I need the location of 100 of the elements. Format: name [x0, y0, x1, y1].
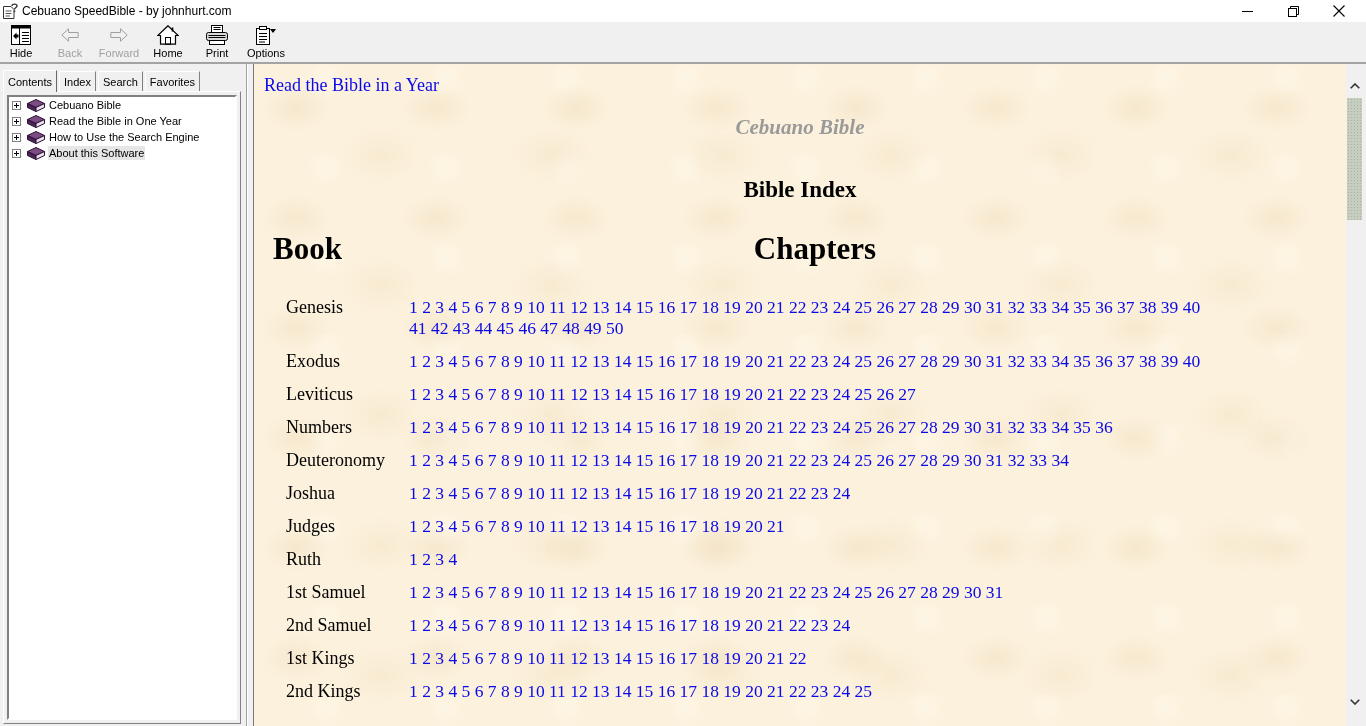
chapter-link[interactable]: 2 [422, 681, 431, 701]
chapter-link[interactable]: 10 [527, 450, 545, 470]
chapter-link[interactable]: 21 [767, 648, 785, 668]
chapter-link[interactable]: 16 [657, 297, 676, 317]
chapter-link[interactable]: 11 [549, 351, 566, 371]
chapter-link[interactable]: 7 [487, 297, 497, 317]
chapter-link[interactable]: 25 [854, 582, 873, 602]
chapter-link[interactable]: 13 [592, 483, 610, 503]
chapter-link[interactable]: 15 [635, 351, 654, 371]
chapter-link[interactable]: 19 [723, 483, 741, 503]
chapter-link[interactable]: 22 [789, 450, 807, 470]
chapter-link[interactable]: 25 [854, 681, 873, 701]
chapter-link[interactable]: 11 [549, 516, 566, 536]
chapter-link[interactable]: 13 [592, 582, 610, 602]
chapter-link[interactable]: 7 [487, 648, 497, 668]
chapter-link[interactable]: 10 [527, 483, 545, 503]
chapter-link[interactable]: 14 [614, 615, 632, 635]
chapter-link[interactable]: 4 [448, 450, 458, 470]
chapter-link[interactable]: 5 [461, 297, 471, 317]
scrollbar-thumb[interactable] [1347, 98, 1362, 220]
chapter-link[interactable]: 40 [1182, 297, 1201, 317]
chapter-link[interactable]: 8 [500, 450, 510, 470]
chapter-link[interactable]: 26 [876, 351, 894, 371]
chapter-link[interactable]: 29 [942, 297, 960, 317]
chapter-link[interactable]: 12 [570, 483, 588, 503]
chapter-link[interactable]: 16 [657, 450, 676, 470]
chapter-link[interactable]: 21 [767, 297, 785, 317]
chapter-link[interactable]: 47 [540, 318, 558, 338]
chapter-link[interactable]: 1 [409, 582, 418, 602]
chapter-link[interactable]: 5 [461, 615, 471, 635]
chapter-link[interactable]: 24 [832, 681, 851, 701]
chapter-link[interactable]: 10 [527, 681, 545, 701]
chapter-link[interactable]: 15 [635, 648, 654, 668]
chapter-link[interactable]: 2 [422, 516, 431, 536]
chapter-link[interactable]: 10 [527, 582, 545, 602]
chapter-link[interactable]: 11 [549, 582, 566, 602]
chapter-link[interactable]: 14 [614, 681, 632, 701]
chapter-link[interactable]: 23 [810, 351, 829, 371]
chapter-link[interactable]: 20 [745, 615, 763, 635]
toolbar-button[interactable]: Print [196, 22, 238, 60]
chapter-link[interactable]: 22 [789, 582, 807, 602]
chapter-link[interactable]: 18 [701, 582, 719, 602]
chapter-link[interactable]: 34 [1051, 351, 1069, 371]
chapter-link[interactable]: 19 [723, 648, 741, 668]
chapter-link[interactable]: 7 [487, 681, 497, 701]
chapter-link[interactable]: 28 [920, 450, 938, 470]
chapter-link[interactable]: 16 [657, 648, 676, 668]
chapter-link[interactable]: 1 [409, 516, 418, 536]
chapter-link[interactable]: 15 [635, 483, 654, 503]
tab[interactable]: Search [97, 71, 143, 91]
chapter-link[interactable]: 6 [474, 681, 484, 701]
chapter-link[interactable]: 11 [549, 483, 566, 503]
chapter-link[interactable]: 6 [474, 615, 484, 635]
chapter-link[interactable]: 16 [657, 582, 676, 602]
chapter-link[interactable]: 22 [789, 681, 807, 701]
chapter-link[interactable]: 24 [832, 297, 851, 317]
chapter-link[interactable]: 36 [1095, 297, 1113, 317]
chapter-link[interactable]: 38 [1139, 351, 1157, 371]
chapter-link[interactable]: 18 [701, 681, 719, 701]
chapter-link[interactable]: 7 [487, 483, 497, 503]
chapter-link[interactable]: 9 [514, 297, 523, 317]
chapter-link[interactable]: 9 [514, 615, 523, 635]
chapter-link[interactable]: 8 [500, 351, 510, 371]
chapter-link[interactable]: 33 [1029, 351, 1048, 371]
chapter-link[interactable]: 31 [985, 450, 1004, 470]
chapter-link[interactable]: 10 [527, 516, 545, 536]
chapter-link[interactable]: 13 [592, 297, 610, 317]
chapter-link[interactable]: 22 [789, 483, 807, 503]
chapter-link[interactable]: 2 [422, 384, 431, 404]
chapter-link[interactable]: 28 [920, 297, 938, 317]
tab[interactable]: Favorites [144, 71, 201, 91]
chapter-link[interactable]: 12 [570, 297, 588, 317]
plus-box-icon[interactable] [12, 116, 21, 126]
chapter-link[interactable]: 3 [435, 648, 444, 668]
chapter-link[interactable]: 17 [679, 450, 698, 470]
chapter-link[interactable]: 4 [448, 297, 458, 317]
chapter-link[interactable]: 17 [679, 483, 698, 503]
chapter-link[interactable]: 3 [435, 384, 444, 404]
chapter-link[interactable]: 29 [942, 417, 960, 437]
chapter-link[interactable]: 2 [422, 483, 431, 503]
plus-box-icon[interactable] [12, 148, 21, 158]
chapter-link[interactable]: 19 [723, 582, 741, 602]
chapter-link[interactable]: 28 [920, 417, 938, 437]
chapter-link[interactable]: 13 [592, 450, 610, 470]
chapter-link[interactable]: 9 [514, 582, 523, 602]
chapter-link[interactable]: 17 [679, 417, 698, 437]
chapter-link[interactable]: 8 [500, 615, 510, 635]
chapter-link[interactable]: 23 [810, 297, 829, 317]
chapter-link[interactable]: 20 [745, 516, 763, 536]
chapter-link[interactable]: 11 [549, 615, 566, 635]
chapter-link[interactable]: 20 [745, 483, 763, 503]
chapter-link[interactable]: 21 [767, 582, 785, 602]
chapter-link[interactable]: 1 [409, 351, 418, 371]
chapter-link[interactable]: 23 [810, 615, 829, 635]
chapter-link[interactable]: 17 [679, 351, 698, 371]
chapter-link[interactable]: 19 [723, 351, 741, 371]
chapter-link[interactable]: 24 [832, 483, 851, 503]
chapter-link[interactable]: 2 [422, 351, 431, 371]
tab[interactable]: Contents [3, 70, 58, 92]
chapter-link[interactable]: 25 [854, 450, 873, 470]
